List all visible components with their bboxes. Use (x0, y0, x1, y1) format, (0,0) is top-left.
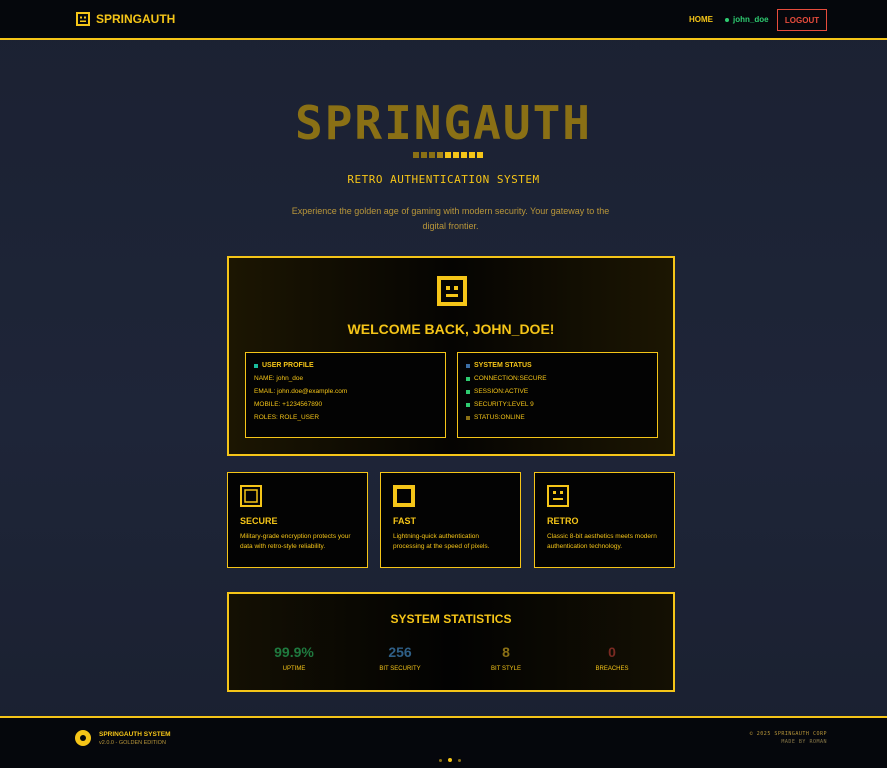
feature-title: FAST (393, 516, 417, 526)
nav-home-link[interactable]: HOME (689, 15, 713, 24)
profile-email: EMAIL: john.doe@example.com (254, 388, 348, 395)
green-square-icon (466, 376, 470, 381)
hero-description: Experience the golden age of gaming with… (291, 206, 610, 231)
stat-bit-style: 8 BIT STYLE (456, 644, 556, 672)
system-status-panel: SYSTEM STATUS CONNECTION:SECURE SESSION:… (457, 352, 658, 438)
system-status-heading: SYSTEM STATUS (466, 362, 649, 369)
retro-face-icon (547, 485, 569, 507)
lightning-square-icon (393, 485, 415, 507)
stat-value: 99.9% (274, 644, 314, 660)
stat-value: 8 (502, 644, 510, 660)
page-footer: SPRINGAUTH SYSTEM v2.0.0 - GOLDEN EDITIO… (0, 716, 887, 768)
teal-square-icon (254, 363, 258, 368)
profile-mobile: MOBILE: +1234567890 (254, 401, 323, 408)
green-square-icon (466, 402, 470, 407)
status-connection: CONNECTION:SECURE (466, 375, 649, 382)
user-profile-heading: USER PROFILE (254, 362, 437, 369)
coin-logo-icon (75, 730, 91, 746)
footer-made-by: MADE BY ROMAN (781, 739, 827, 745)
system-statistics-panel: SYSTEM STATISTICS 99.9% UPTIME 256 BIT S… (227, 592, 675, 692)
feature-description: Lightning-quick authentication processin… (393, 533, 490, 550)
current-user: john_doe (725, 15, 769, 24)
stat-label: UPTIME (282, 666, 306, 672)
status-online: STATUS:ONLINE (466, 414, 649, 421)
stat-bit-security: 256 BIT SECURITY (350, 644, 450, 672)
brand-link[interactable]: SPRINGAUTH (76, 12, 175, 26)
blue-square-icon (466, 363, 470, 368)
stat-breaches: 0 BREACHES (562, 644, 662, 672)
status-session: SESSION:ACTIVE (466, 388, 649, 395)
footer-copyright: © 2025 SPRINGAUTH CORP (749, 731, 827, 737)
stat-value: 0 (608, 644, 616, 660)
pixel-dots-divider (413, 152, 483, 158)
profile-roles: ROLES: ROLE_USER (254, 414, 320, 421)
stat-label: BIT STYLE (491, 666, 521, 672)
stat-value: 256 (388, 644, 412, 660)
user-profile-panel: USER PROFILE NAME: john_doe EMAIL: john.… (245, 352, 446, 438)
green-square-icon (466, 389, 470, 394)
stats-title: SYSTEM STATISTICS (390, 612, 512, 626)
feature-description: Classic 8-bit aesthetics meets modern au… (547, 533, 657, 550)
feature-description: Military-grade encryption protects your … (240, 533, 351, 550)
feature-card-fast: FAST Lightning-quick authentication proc… (380, 472, 521, 568)
footer-system-name: SPRINGAUTH SYSTEM (99, 731, 171, 738)
hero-subtitle: RETRO AUTHENTICATION SYSTEM (347, 173, 540, 186)
online-status-dot (725, 17, 729, 22)
gold-square-icon (466, 415, 470, 420)
brand-name: SPRINGAUTH (96, 12, 176, 26)
top-navbar: SPRINGAUTH HOME john_doe LOGOUT (0, 0, 887, 40)
profile-name: NAME: john_doe (254, 375, 304, 382)
shield-square-icon (240, 485, 262, 507)
footer-dots-decoration (439, 758, 461, 762)
feature-title: RETRO (547, 516, 579, 526)
hero-title: SPRINGAUTH (295, 96, 592, 150)
username: john_doe (733, 15, 769, 24)
welcome-title: WELCOME BACK, JOHN_DOE! (347, 321, 555, 337)
stat-uptime: 99.9% UPTIME (244, 644, 344, 672)
logout-button[interactable]: LOGOUT (777, 9, 827, 31)
stat-label: BREACHES (595, 666, 629, 672)
footer-version: v2.0.0 - GOLDEN EDITION (99, 740, 166, 746)
stat-label: BIT SECURITY (379, 666, 421, 672)
feature-title: SECURE (240, 516, 278, 526)
feature-card-retro: RETRO Classic 8-bit aesthetics meets mod… (534, 472, 675, 568)
status-security: SECURITY:LEVEL 9 (466, 401, 649, 408)
feature-card-secure: SECURE Military-grade encryption protect… (227, 472, 368, 568)
welcome-card: WELCOME BACK, JOHN_DOE! USER PROFILE NAM… (227, 256, 675, 456)
robot-face-icon (437, 276, 467, 306)
robot-face-icon (76, 12, 90, 26)
